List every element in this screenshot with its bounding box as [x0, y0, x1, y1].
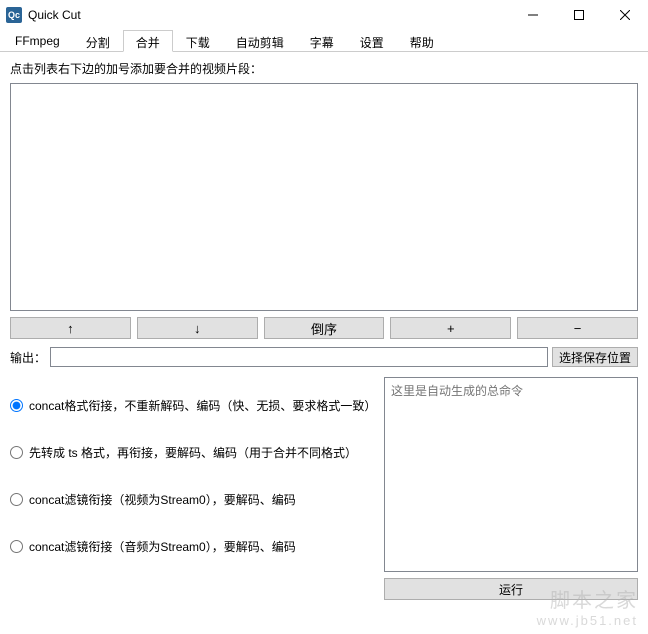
radio-label: concat滤镜衔接（音频为Stream0），要解码、编码: [29, 538, 296, 555]
tab-subtitle[interactable]: 字幕: [297, 30, 347, 51]
minimize-button[interactable]: [510, 0, 556, 30]
tab-download[interactable]: 下载: [173, 30, 223, 51]
radio-concat-filter-audio[interactable]: concat滤镜衔接（音频为Stream0），要解码、编码: [10, 538, 374, 555]
radio-concat-filter-video[interactable]: concat滤镜衔接（视频为Stream0），要解码、编码: [10, 491, 374, 508]
browse-button[interactable]: 选择保存位置: [552, 347, 638, 367]
instruction-label: 点击列表右下边的加号添加要合并的视频片段：: [10, 60, 638, 77]
watermark-url: www.jb51.net: [537, 613, 638, 628]
run-button[interactable]: 运行: [384, 578, 638, 600]
tab-settings[interactable]: 设置: [347, 30, 397, 51]
app-icon: Qc: [6, 7, 22, 23]
radio-concat-filter-video-input[interactable]: [10, 493, 23, 506]
tab-merge[interactable]: 合并: [123, 30, 173, 52]
radio-concat-demuxer[interactable]: concat格式衔接，不重新解码、编码（快、无损、要求格式一致）: [10, 397, 374, 414]
output-label: 输出：: [10, 349, 46, 366]
output-path-input[interactable]: [50, 347, 548, 367]
window-title: Quick Cut: [28, 8, 510, 22]
tabbar: FFmpeg 分割 合并 下载 自动剪辑 字幕 设置 帮助: [0, 30, 648, 52]
titlebar: Qc Quick Cut: [0, 0, 648, 30]
lower-section: concat格式衔接，不重新解码、编码（快、无损、要求格式一致） 先转成 ts …: [10, 377, 638, 600]
tab-split[interactable]: 分割: [73, 30, 123, 51]
maximize-button[interactable]: [556, 0, 602, 30]
reverse-button[interactable]: 倒序: [264, 317, 385, 339]
tab-autocut[interactable]: 自动剪辑: [223, 30, 297, 51]
command-preview[interactable]: [384, 377, 638, 572]
radio-ts-convert[interactable]: 先转成 ts 格式，再衔接，要解码、编码（用于合并不同格式）: [10, 444, 374, 461]
radio-ts-convert-input[interactable]: [10, 446, 23, 459]
right-column: 运行: [384, 377, 638, 600]
mode-radio-group: concat格式衔接，不重新解码、编码（快、无损、要求格式一致） 先转成 ts …: [10, 377, 374, 600]
window-controls: [510, 0, 648, 30]
output-row: 输出： 选择保存位置: [10, 347, 638, 367]
file-list[interactable]: [10, 83, 638, 311]
close-button[interactable]: [602, 0, 648, 30]
radio-concat-demuxer-input[interactable]: [10, 399, 23, 412]
add-button[interactable]: +: [390, 317, 511, 339]
move-up-button[interactable]: ↑: [10, 317, 131, 339]
radio-label: 先转成 ts 格式，再衔接，要解码、编码（用于合并不同格式）: [29, 444, 357, 461]
radio-label: concat格式衔接，不重新解码、编码（快、无损、要求格式一致）: [29, 397, 374, 414]
list-button-row: ↑ ↓ 倒序 + −: [10, 317, 638, 339]
tab-ffmpeg[interactable]: FFmpeg: [2, 30, 73, 51]
move-down-button[interactable]: ↓: [137, 317, 258, 339]
tab-content-merge: 点击列表右下边的加号添加要合并的视频片段： ↑ ↓ 倒序 + − 输出： 选择保…: [0, 52, 648, 608]
remove-button[interactable]: −: [517, 317, 638, 339]
radio-label: concat滤镜衔接（视频为Stream0），要解码、编码: [29, 491, 296, 508]
radio-concat-filter-audio-input[interactable]: [10, 540, 23, 553]
tab-help[interactable]: 帮助: [397, 30, 447, 51]
